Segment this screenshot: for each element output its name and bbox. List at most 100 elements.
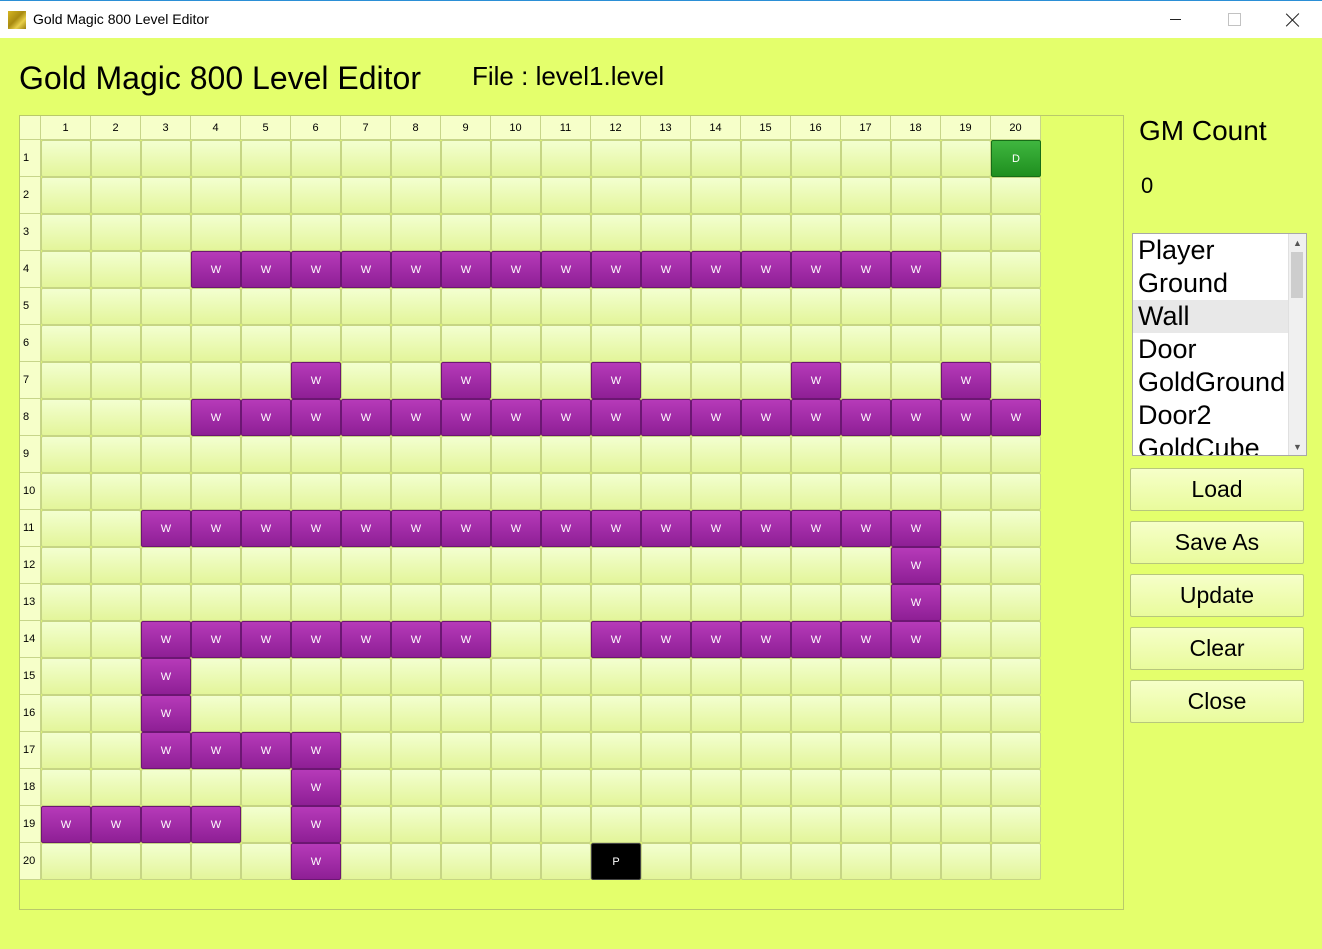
grid-cell[interactable] — [941, 769, 991, 806]
grid-cell[interactable] — [541, 806, 591, 843]
grid-cell[interactable] — [791, 584, 841, 621]
grid-cell[interactable] — [241, 214, 291, 251]
grid-cell[interactable] — [41, 140, 91, 177]
grid-cell[interactable]: W — [491, 399, 541, 436]
grid-cell[interactable]: W — [941, 399, 991, 436]
grid-cell[interactable]: W — [891, 510, 941, 547]
grid-cell[interactable] — [41, 621, 91, 658]
grid-cell[interactable]: W — [441, 621, 491, 658]
grid-cell[interactable] — [691, 436, 741, 473]
grid-cell[interactable] — [991, 584, 1041, 621]
grid-cell[interactable] — [441, 843, 491, 880]
grid-cell[interactable] — [591, 288, 641, 325]
grid-cell[interactable] — [41, 658, 91, 695]
grid-cell[interactable] — [891, 843, 941, 880]
grid-cell[interactable]: W — [191, 399, 241, 436]
grid-cell[interactable] — [41, 214, 91, 251]
grid-cell[interactable] — [591, 177, 641, 214]
grid-cell[interactable] — [391, 584, 441, 621]
grid-cell[interactable] — [341, 695, 391, 732]
grid-cell[interactable]: W — [941, 362, 991, 399]
grid-cell[interactable] — [791, 177, 841, 214]
grid-cell[interactable]: W — [691, 510, 741, 547]
grid-cell[interactable] — [441, 584, 491, 621]
grid-cell[interactable] — [941, 695, 991, 732]
grid-cell[interactable] — [491, 843, 541, 880]
grid-cell[interactable] — [291, 584, 341, 621]
grid-cell[interactable] — [191, 584, 241, 621]
grid-cell[interactable]: W — [191, 510, 241, 547]
grid-cell[interactable] — [741, 732, 791, 769]
grid-cell[interactable] — [691, 658, 741, 695]
grid-cell[interactable] — [991, 251, 1041, 288]
grid-cell[interactable] — [841, 362, 891, 399]
grid-cell[interactable]: W — [791, 621, 841, 658]
scroll-thumb[interactable] — [1291, 252, 1303, 298]
grid-cell[interactable] — [91, 140, 141, 177]
grid-cell[interactable] — [391, 732, 441, 769]
grid-cell[interactable] — [91, 769, 141, 806]
grid-cell[interactable] — [941, 288, 991, 325]
grid-cell[interactable] — [741, 584, 791, 621]
grid-cell[interactable] — [941, 547, 991, 584]
grid-cell[interactable] — [91, 547, 141, 584]
grid-cell[interactable] — [891, 436, 941, 473]
grid-cell[interactable] — [441, 658, 491, 695]
grid-cell[interactable] — [741, 547, 791, 584]
grid-cell[interactable] — [291, 473, 341, 510]
grid-cell[interactable] — [991, 843, 1041, 880]
grid-cell[interactable] — [841, 769, 891, 806]
grid-cell[interactable]: W — [591, 510, 641, 547]
grid-cell[interactable] — [741, 695, 791, 732]
grid-cell[interactable] — [991, 436, 1041, 473]
grid-cell[interactable] — [491, 288, 541, 325]
grid-cell[interactable] — [841, 140, 891, 177]
grid-cell[interactable] — [291, 436, 341, 473]
grid-cell[interactable] — [941, 843, 991, 880]
grid-cell[interactable]: W — [891, 621, 941, 658]
grid-cell[interactable]: W — [241, 399, 291, 436]
grid-cell[interactable] — [191, 436, 241, 473]
grid-cell[interactable] — [441, 177, 491, 214]
grid-cell[interactable] — [341, 288, 391, 325]
grid-cell[interactable] — [91, 732, 141, 769]
grid-cell[interactable] — [141, 843, 191, 880]
grid-cell[interactable]: W — [891, 584, 941, 621]
grid-cell[interactable] — [541, 473, 591, 510]
grid-cell[interactable]: W — [641, 510, 691, 547]
grid-cell[interactable] — [191, 214, 241, 251]
grid-cell[interactable] — [141, 362, 191, 399]
grid-cell[interactable] — [991, 362, 1041, 399]
grid-cell[interactable] — [791, 843, 841, 880]
grid-cell[interactable] — [941, 584, 991, 621]
grid-cell[interactable] — [841, 806, 891, 843]
grid-cell[interactable] — [91, 251, 141, 288]
tile-type-list-item[interactable]: Door2 — [1133, 399, 1289, 432]
grid-cell[interactable] — [491, 214, 541, 251]
grid-cell[interactable] — [691, 547, 741, 584]
grid-cell[interactable] — [441, 214, 491, 251]
grid-cell[interactable] — [41, 769, 91, 806]
grid-cell[interactable] — [841, 732, 891, 769]
grid-cell[interactable] — [91, 436, 141, 473]
grid-cell[interactable] — [241, 806, 291, 843]
grid-cell[interactable] — [641, 547, 691, 584]
grid-cell[interactable] — [241, 843, 291, 880]
grid-cell[interactable] — [641, 288, 691, 325]
grid-cell[interactable] — [441, 288, 491, 325]
grid-cell[interactable] — [291, 325, 341, 362]
grid-cell[interactable] — [341, 547, 391, 584]
grid-cell[interactable] — [141, 325, 191, 362]
grid-cell[interactable] — [341, 473, 391, 510]
grid-cell[interactable] — [141, 288, 191, 325]
grid-cell[interactable] — [741, 436, 791, 473]
grid-cell[interactable] — [191, 843, 241, 880]
grid-cell[interactable] — [41, 547, 91, 584]
grid-cell[interactable]: W — [491, 251, 541, 288]
grid-cell[interactable] — [791, 806, 841, 843]
grid-cell[interactable] — [341, 325, 391, 362]
grid-cell[interactable] — [791, 436, 841, 473]
grid-cell[interactable]: W — [641, 251, 691, 288]
grid-cell[interactable] — [691, 473, 741, 510]
grid-cell[interactable] — [941, 621, 991, 658]
